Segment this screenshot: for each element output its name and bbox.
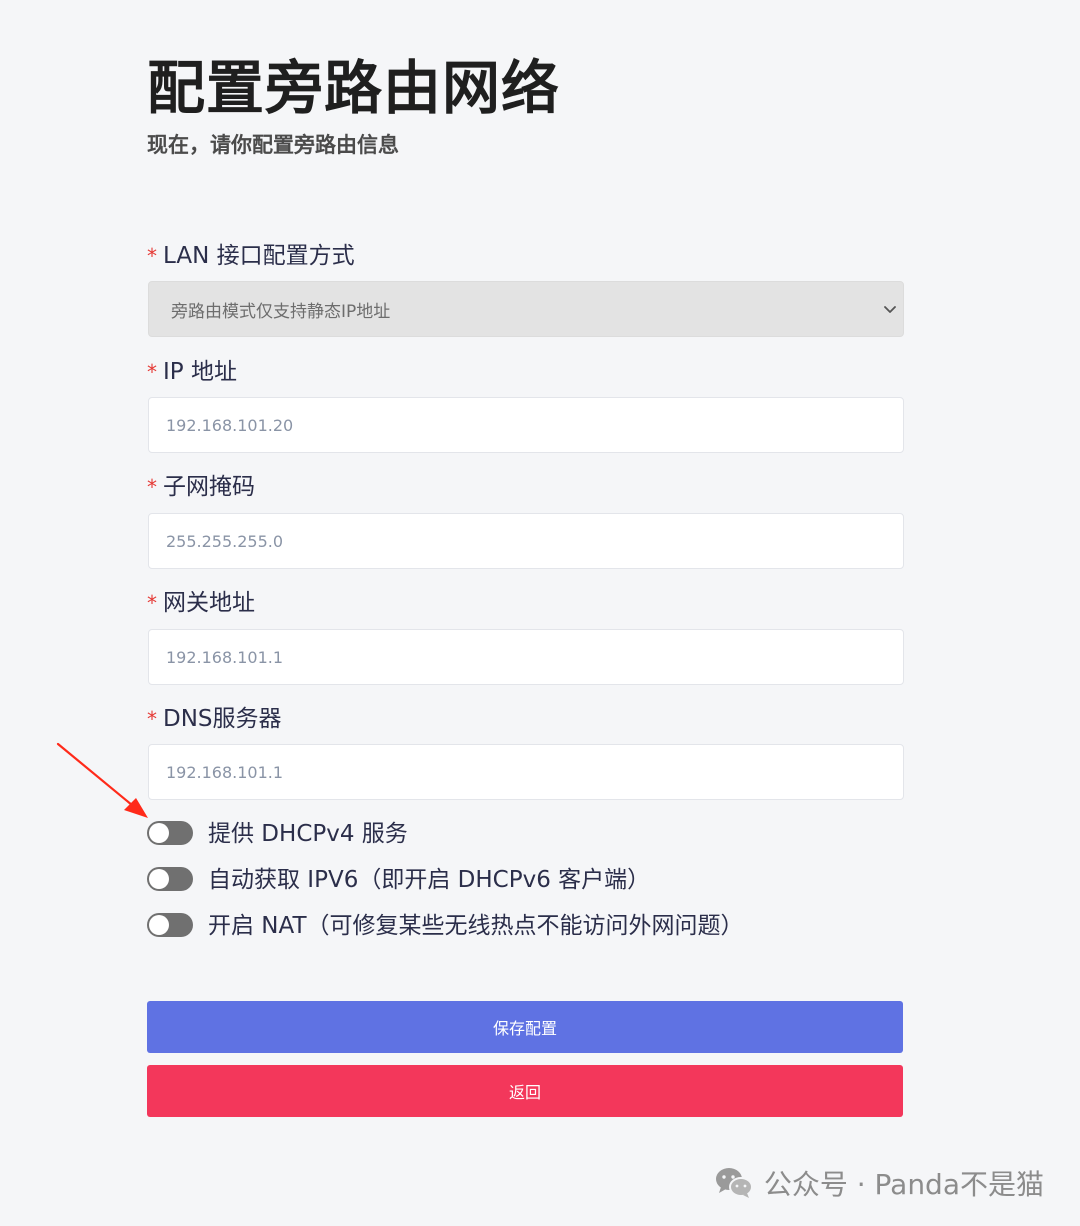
- ipv6-toggle[interactable]: [147, 867, 193, 891]
- page: 配置旁路由网络 现在，请你配置旁路由信息 * LAN 接口配置方式 旁路由模式仅支…: [0, 0, 1080, 1226]
- toggle-knob: [149, 869, 169, 889]
- page-title: 配置旁路由网络: [147, 54, 561, 122]
- netmask-label: * 子网掩码: [147, 472, 255, 502]
- annotation-arrow-icon: [56, 742, 148, 818]
- dns-label-text: DNS服务器: [163, 706, 282, 732]
- save-config-button[interactable]: 保存配置: [147, 1001, 903, 1053]
- dns-server-input[interactable]: [149, 745, 903, 799]
- ip-label: * IP 地址: [147, 357, 237, 387]
- ip-label-text: IP 地址: [163, 359, 237, 385]
- lan-mode-select[interactable]: 旁路由模式仅支持静态IP地址: [148, 281, 904, 337]
- wechat-icon: [715, 1168, 753, 1198]
- required-mark: *: [147, 475, 157, 499]
- gateway-label-text: 网关地址: [163, 590, 255, 616]
- required-mark: *: [147, 244, 157, 268]
- chevron-down-icon: [884, 306, 896, 313]
- lan-mode-selected-value: 旁路由模式仅支持静态IP地址: [171, 302, 391, 322]
- nat-toggle[interactable]: [147, 913, 193, 937]
- ip-field-wrapper: [148, 397, 904, 453]
- gateway-field-wrapper: [148, 629, 904, 685]
- toggle-knob: [149, 915, 169, 935]
- dns-label: * DNS服务器: [147, 704, 282, 734]
- lan-mode-label-text: LAN 接口配置方式: [163, 243, 355, 269]
- gateway-input[interactable]: [149, 630, 903, 684]
- ip-address-input[interactable]: [149, 398, 903, 452]
- nat-toggle-label: 开启 NAT（可修复某些无线热点不能访问外网问题）: [208, 913, 744, 939]
- required-mark: *: [147, 591, 157, 615]
- page-subtitle: 现在，请你配置旁路由信息: [147, 133, 399, 157]
- gateway-label: * 网关地址: [147, 588, 255, 618]
- dhcpv4-toggle-label: 提供 DHCPv4 服务: [208, 821, 408, 847]
- required-mark: *: [147, 707, 157, 731]
- required-mark: *: [147, 360, 157, 384]
- netmask-input[interactable]: [149, 514, 903, 568]
- watermark-text: 公众号 · Panda不是猫: [763, 1168, 1044, 1201]
- watermark: 公众号 · Panda不是猫: [714, 1163, 1044, 1203]
- dns-field-wrapper: [148, 744, 904, 800]
- lan-mode-label: * LAN 接口配置方式: [147, 241, 355, 271]
- ipv6-toggle-label: 自动获取 IPV6（即开启 DHCPv6 客户端）: [208, 867, 651, 893]
- back-button[interactable]: 返回: [147, 1065, 903, 1117]
- netmask-label-text: 子网掩码: [163, 474, 255, 500]
- netmask-field-wrapper: [148, 513, 904, 569]
